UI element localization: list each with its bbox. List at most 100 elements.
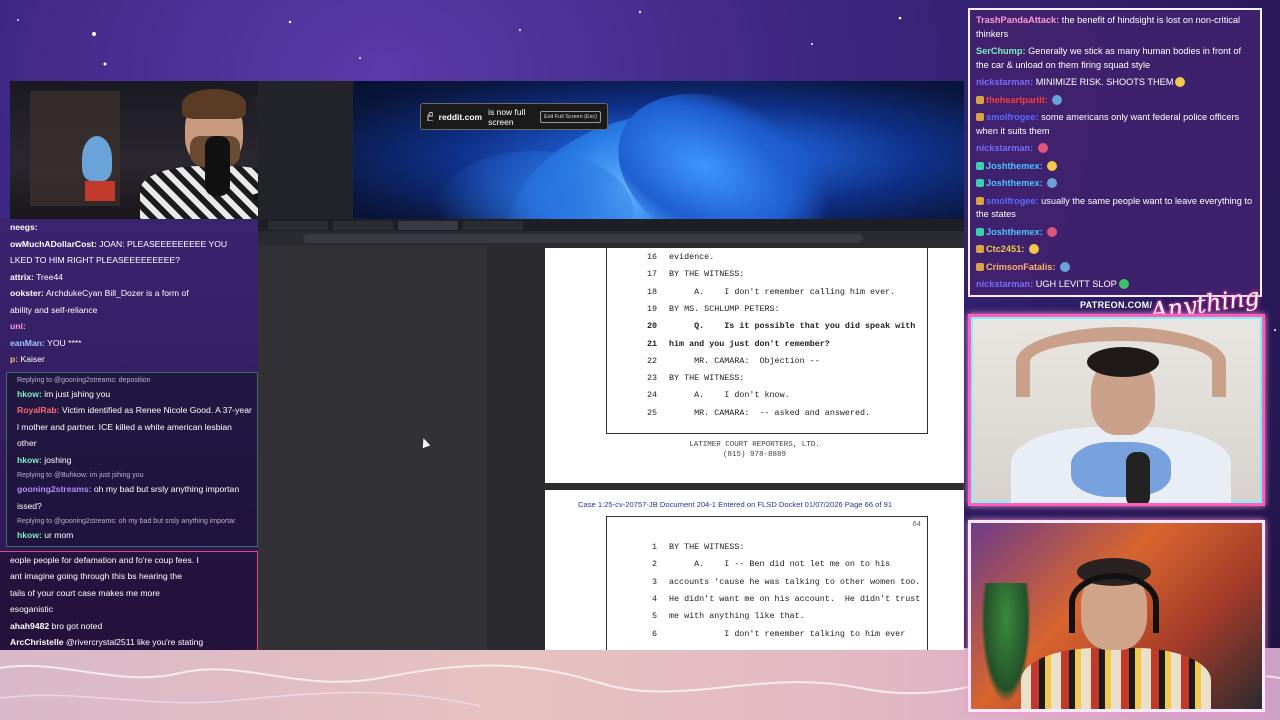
toast-message: is now full screen [488,106,526,127]
side-panel [258,246,488,650]
chat-username[interactable]: nickstarman: [976,279,1033,289]
browser-tab[interactable] [333,221,393,230]
chat-username[interactable]: Joshthemex: [986,178,1043,188]
browser-tab[interactable] [268,221,328,230]
chat-username[interactable]: neegs: [10,222,38,232]
url-field[interactable] [303,234,863,243]
emote-icon [1047,226,1058,237]
chat-message: hkow: ur mom [7,527,257,544]
line-number: 5 [651,611,657,622]
emote-icon [1175,77,1186,87]
chat-message: LKED TO HIM RIGHT PLEASEEEEEEEEE? [0,252,258,269]
line-text: Q. Is it possible that you did speak wit… [669,321,916,332]
court-reporter-phone: (815) 978-8889 [722,451,786,459]
address-bar [258,231,964,246]
chat-username[interactable]: theheartpariit: [986,95,1048,105]
chat-username[interactable]: hkow: [17,389,42,399]
browser-tab-bar [258,219,964,231]
chat-text: ur mom [44,530,74,540]
chat-message: ability and self-reliance [0,302,258,319]
chat-username[interactable]: CrimsonFatalis: [986,262,1055,272]
transcript-line: 25 MR. CAMARA: -- asked and answered. [607,408,870,418]
chat-text: issed? [17,500,42,511]
emote-icon [1060,261,1070,272]
chat-username[interactable]: p: [10,354,18,364]
chat-username[interactable]: hkow: [17,530,42,540]
figurine [82,136,112,181]
chat-message: eople people for defamation and fo're co… [0,552,257,569]
chat-message: gooning2streams: oh my bad but srsly any… [7,481,257,498]
guest-webcam-top [968,314,1265,506]
chat-username[interactable]: smolfrogee: [986,196,1039,206]
transcript-line: 4 He didn't want me on his account. He di… [607,594,920,604]
line-number: 18 [646,286,657,297]
exit-fullscreen-button[interactable]: Exit Full Screen (Esc) [540,110,601,123]
fullscreen-toast: reddit.com is now full screen Exit Full … [420,103,608,130]
chat-text: oh my bad but srsly anything importan [93,484,240,494]
browser-tab-active[interactable] [398,221,458,230]
line-text: me with anything like that. [669,611,805,622]
transcript-line: 1 BY THE WITNESS: [607,542,744,552]
transcript-line: 23 BY THE WITNESS: [607,373,744,383]
chat-username[interactable]: ookster: [10,288,44,298]
left-chat-panel[interactable]: neegs: owMuchADollarCost: JOAN: PLEASEEE… [0,219,258,650]
chat-message: RoyalRab: Victim identified as Renee Nic… [7,402,257,419]
chat-username[interactable]: TrashPandaAttack: [976,15,1059,25]
chat-username[interactable]: gooning2streams: [17,484,92,494]
chat-username[interactable]: Ctc2451: [986,244,1024,254]
chat-text: tails of your court case makes me more [10,587,160,598]
chat-message: eanMan: YOU **** [0,335,258,352]
line-number: 1 [651,542,657,552]
chat-message: neegs: [0,219,258,236]
chat-text: UGH LEVITT SLOP [1035,279,1117,289]
chat-username[interactable]: hkow: [17,455,42,465]
line-number: 19 [646,303,657,314]
line-number: 4 [651,593,657,604]
line-number: 21 [646,338,657,349]
chat-username[interactable]: owMuchADollarCost: [10,239,97,249]
chat-username[interactable]: Joshthemex: [986,227,1043,237]
chat-username[interactable]: uni: [10,321,26,331]
chat-message: attrix: Tree44 [0,269,258,286]
line-number: 25 [646,407,657,418]
chat-message: tails of your court case makes me more [0,585,257,602]
right-chat-panel[interactable]: TrashPandaAttack: the benefit of hindsig… [968,8,1262,297]
chat-username[interactable]: ahah9482 [10,621,49,631]
line-text: accounts 'cause he was talking to other … [669,576,921,587]
line-text: MR. CAMARA: Objection -- [669,355,820,366]
chat-text: MINIMIZE RISK. SHOOTS THEM [1035,77,1174,87]
viewer-gutter [487,246,544,650]
subscriber-badge-icon [976,179,984,187]
transcript-box: 64 1 BY THE WITNESS: 2 A. I -- Ben did not… [606,516,928,650]
chat-text: ArchdukeCyan Bill_Dozer is a form of [45,288,189,298]
browser-tab[interactable] [463,221,523,230]
chat-text: bro got noted [51,620,103,631]
chat-message: esoganistic [0,601,257,618]
transcript-line: 22 MR. CAMARA: Objection -- [607,356,820,366]
pdf-page-previous: 16 evidence. 17 BY THE WITNESS: 18 A. I don'… [545,248,964,483]
line-text: him and you just don't remember? [669,338,830,349]
transcript-line: 2 A. I -- Ben did not let me on to his [607,559,890,569]
chat-username[interactable]: nickstarman: [976,143,1033,153]
chat-username[interactable]: smolfrogee: [986,112,1039,122]
chat-message: owMuchADollarCost: JOAN: PLEASEEEEEEEEE … [0,236,258,253]
transcript-line: 19 BY MS. SCHLUMP PETERS: [607,304,780,314]
chat-message: hkow: im just jshing you [7,386,257,403]
chat-username[interactable]: attrix: [10,272,34,282]
chat-username[interactable]: SerChump: [976,46,1026,56]
subscriber-badge-icon [976,227,984,236]
chat-message: ookster: ArchdukeCyan Bill_Dozer is a fo… [0,285,258,302]
chat-username[interactable]: Joshthemex: [986,161,1043,171]
chat-username[interactable]: nickstarman: [976,77,1033,87]
streamer-hair [182,89,246,119]
chat-message: ahah9482 bro got noted [0,618,257,635]
chat-username[interactable]: eanMan: [10,338,45,348]
chat-message: ArcChristelle @rivercrystal2511 like you… [0,634,257,650]
line-text: BY THE WITNESS: [669,373,745,384]
chat-username[interactable]: ArcChristelle [10,637,64,647]
chat-username[interactable]: RoyalRab: [17,405,60,415]
chat-text: im just jshing you [44,388,111,399]
chat-text: l mother and partner. ICE killed a white… [17,421,232,432]
line-text: evidence. [669,252,715,262]
transcript-line: 5 me with anything like that. [607,611,805,621]
